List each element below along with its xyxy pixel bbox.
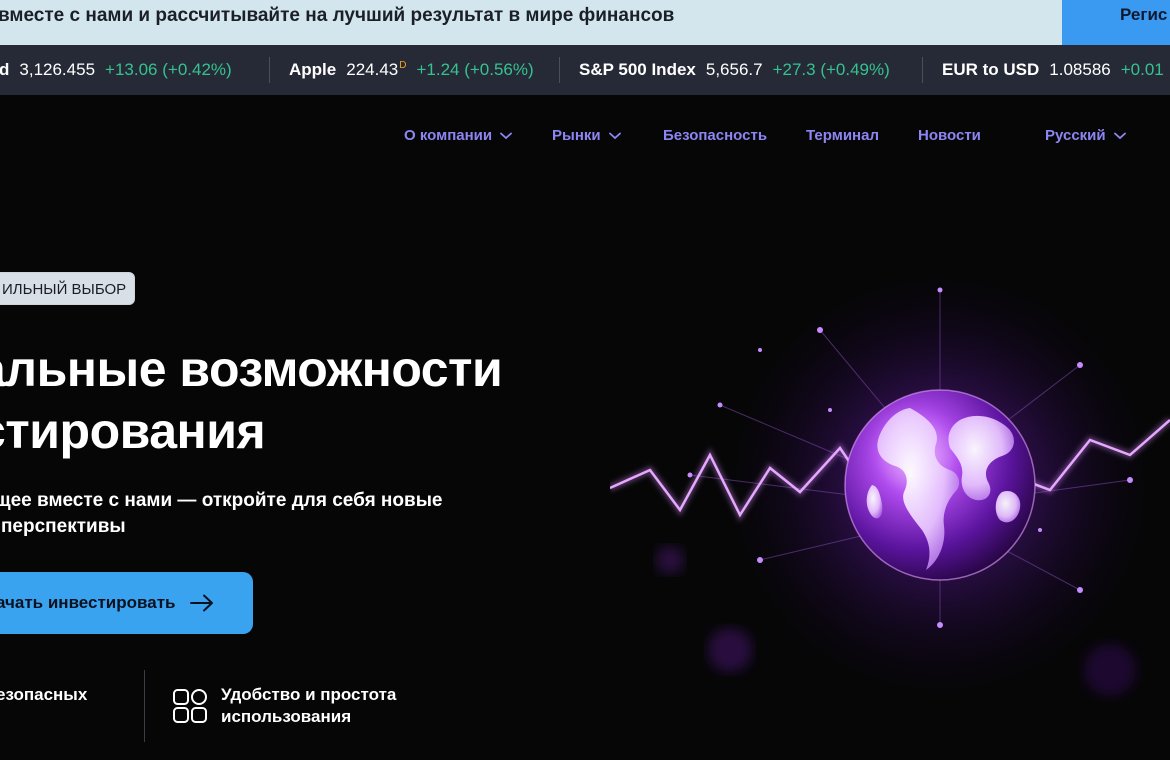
- ticker-price: 1.08586: [1049, 60, 1111, 79]
- hero-subtitle: ущее вместе с нами — откройте для себя н…: [0, 488, 443, 540]
- ticker-change: +0.01: [1120, 60, 1164, 79]
- nav-security[interactable]: Безопасность: [663, 127, 767, 144]
- hero-badge: ИЛЬНЫЙ ВЫБОР: [0, 272, 136, 305]
- feature-convenience-line: использования: [221, 707, 352, 726]
- start-investing-button[interactable]: ачать инвестировать: [0, 572, 253, 634]
- ticker-divider: [269, 57, 270, 83]
- ticker-divider: [922, 57, 923, 83]
- register-button[interactable]: Регис: [1062, 0, 1170, 45]
- ticker-name: EUR to USD: [942, 60, 1040, 79]
- hero-title: альные возможности стирования: [0, 338, 503, 462]
- promo-text: вместе с нами и рассчитывайте на лучший …: [0, 5, 675, 26]
- cta-label: ачать инвестировать: [0, 593, 176, 612]
- feature-divider: [144, 670, 145, 742]
- nav-news[interactable]: Новости: [918, 127, 981, 144]
- feature-safety: езопасных: [0, 685, 88, 704]
- nav-markets-label: Рынки: [552, 127, 601, 144]
- nav-markets[interactable]: Рынки: [552, 127, 621, 144]
- grid-icon: [173, 689, 207, 723]
- chevron-down-icon: [500, 132, 513, 139]
- hero-title-line: стирования: [0, 403, 266, 459]
- delayed-marker: D: [399, 60, 407, 72]
- ticker-price: 5,656.7: [705, 60, 763, 79]
- language-label: Русский: [1045, 127, 1106, 144]
- nav-about[interactable]: О компании: [404, 127, 513, 144]
- feature-convenience: Удобство и простота использования: [221, 684, 396, 728]
- ticker-item[interactable]: Apple 224.43D +1.24 (+0.56%): [289, 45, 534, 95]
- ticker-change: +27.3 (+0.49%): [772, 60, 890, 79]
- language-select[interactable]: Русский: [1045, 127, 1126, 144]
- ticker-name: Apple: [289, 60, 337, 79]
- promo-bar: вместе с нами и рассчитывайте на лучший …: [0, 0, 1170, 45]
- globe-illustration: [610, 275, 1170, 696]
- ticker-item[interactable]: EUR to USD 1.08586 +0.01: [942, 45, 1164, 95]
- arrow-right-icon: [189, 594, 213, 612]
- feature-convenience-line: Удобство и простота: [221, 685, 397, 704]
- ticker-change: +1.24 (+0.56%): [416, 60, 534, 79]
- nav-terminal[interactable]: Терминал: [806, 127, 879, 144]
- ticker-divider: [559, 57, 560, 83]
- chevron-down-icon: [608, 132, 621, 139]
- market-ticker: d 3,126.455 +13.06 (+0.42%) Apple 224.43…: [0, 45, 1170, 95]
- chevron-down-icon: [1113, 132, 1126, 139]
- ticker-name: d: [0, 60, 10, 79]
- ticker-price: 3,126.455: [19, 60, 96, 79]
- ticker-change: +13.06 (+0.42%): [105, 60, 232, 79]
- hero-subtitle-line: ущее вместе с нами — откройте для себя н…: [0, 490, 443, 511]
- ticker-item[interactable]: d 3,126.455 +13.06 (+0.42%): [0, 45, 232, 95]
- ticker-item[interactable]: S&P 500 Index 5,656.7 +27.3 (+0.49%): [579, 45, 890, 95]
- hero-subtitle-line: и перспективы: [0, 516, 126, 537]
- ticker-price: 224.43D: [346, 60, 407, 79]
- nav-about-label: О компании: [404, 127, 493, 144]
- hero-title-line: альные возможности: [0, 341, 503, 397]
- ticker-name: S&P 500 Index: [579, 60, 696, 79]
